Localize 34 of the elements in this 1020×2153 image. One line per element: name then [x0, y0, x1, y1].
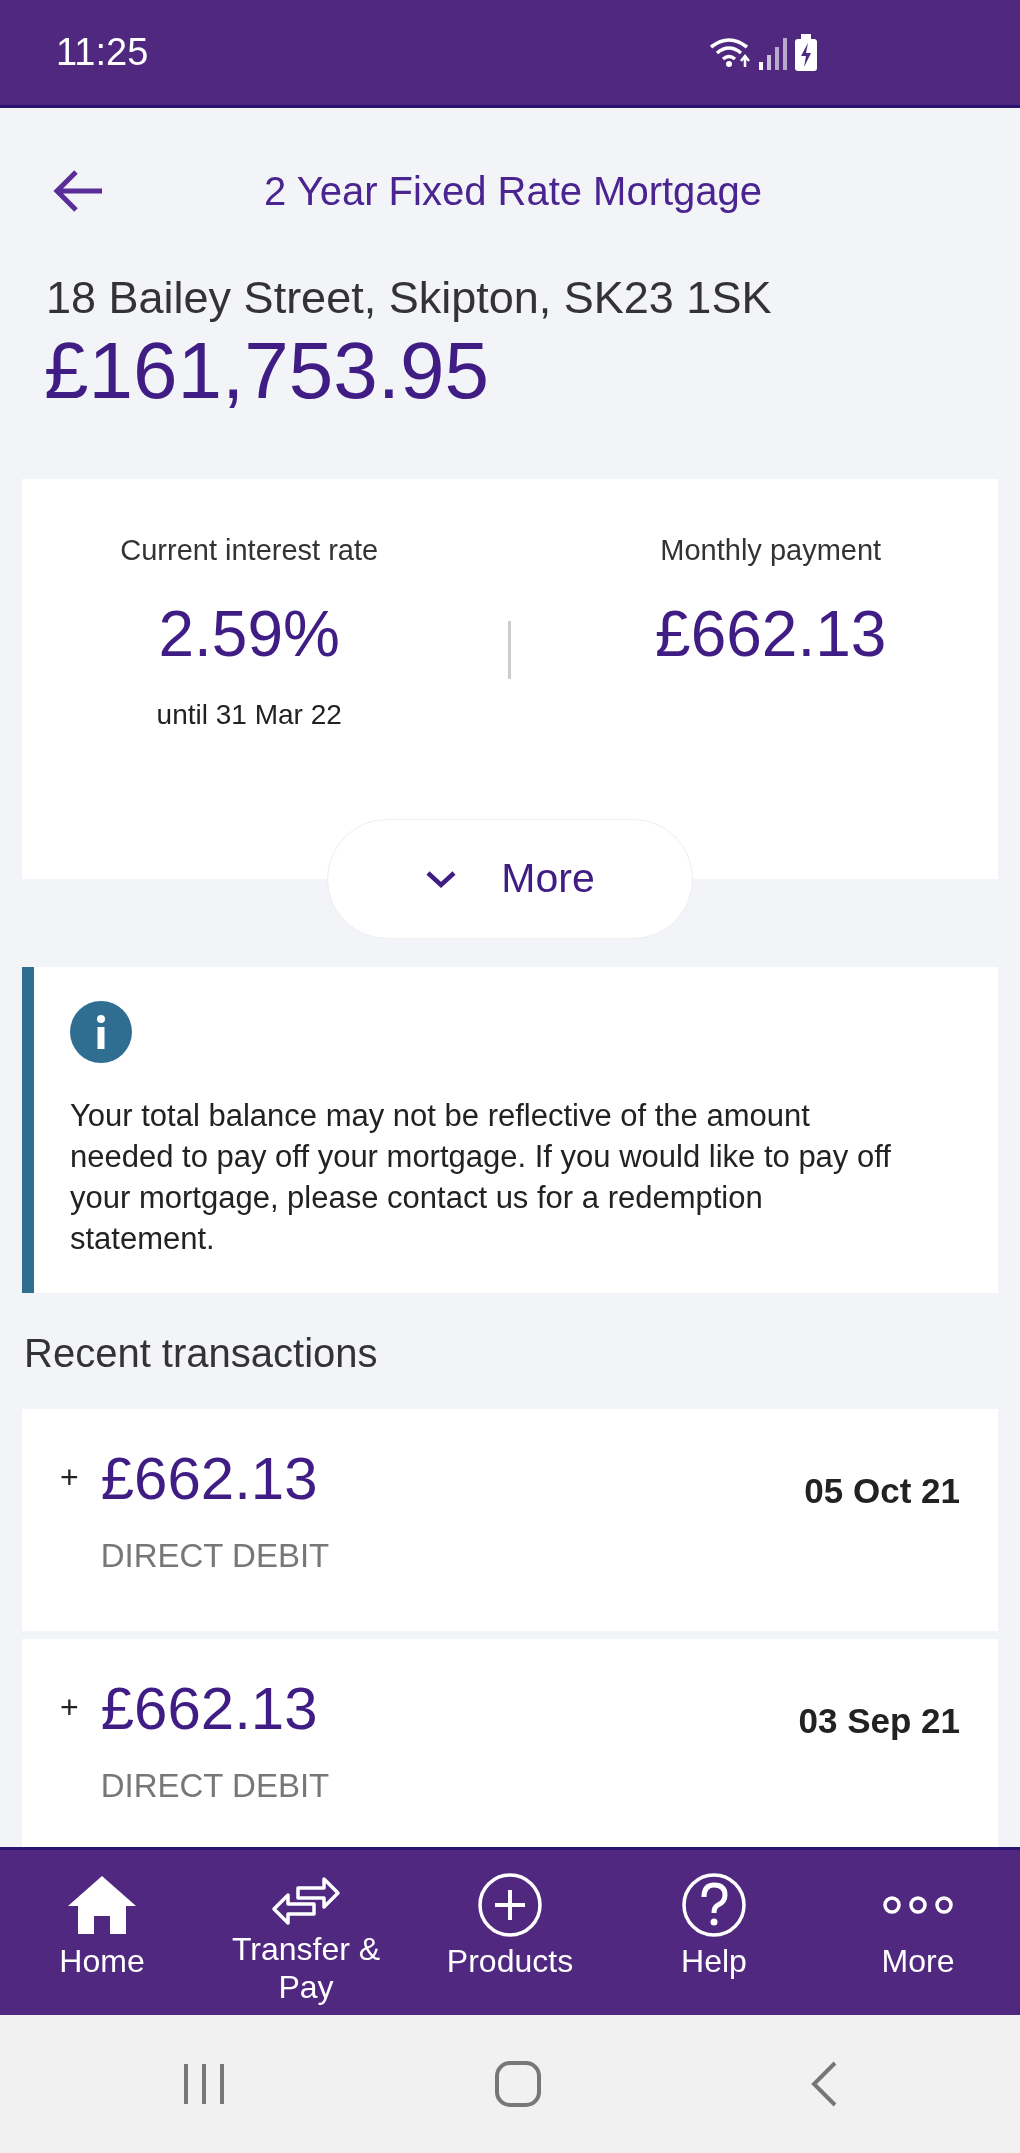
section-heading: Recent transactions — [24, 1330, 379, 1378]
info-message: Your total balance may not be reflective of the amount needed to pay off your mortgage. If you would like to pay off your mortgage, please contact us for a redemption statement. — [70, 1096, 892, 1259]
nav-tab[interactable]: Products — [408, 1850, 612, 2015]
summary-note: until 31 Mar 22 — [155, 698, 343, 732]
summary-label: Current interest rate — [119, 532, 380, 568]
transaction-card[interactable]: + £662.13 DIRECT DEBIT 03 Sep 21 — [22, 1639, 998, 1847]
summary-value: £662.13 — [654, 597, 888, 672]
transaction-type: DIRECT DEBIT — [100, 1536, 330, 1577]
chevron-down-icon — [425, 868, 458, 889]
nav-tab[interactable]: Home — [0, 1850, 204, 2015]
summary-value: 2.59% — [157, 597, 341, 672]
transaction-amount: £662.13 — [100, 1449, 319, 1510]
summary-label: Monthly payment — [659, 532, 883, 568]
transaction-date: 03 Sep 21 — [798, 1700, 960, 1743]
nav-tab[interactable]: More — [816, 1850, 1020, 2015]
property-address: 18 Bailey Street, Skipton, SK23 1SK — [45, 273, 773, 323]
nav-tab[interactable]: Help — [612, 1850, 816, 2015]
nav-tab[interactable]: Transfer & Pay — [204, 1850, 408, 2015]
transaction-amount: £662.13 — [100, 1679, 319, 1740]
more-button[interactable]: More — [327, 818, 693, 939]
battery-charging-icon — [793, 33, 819, 72]
status-time: 11:25 — [56, 30, 149, 75]
page-title: 2 Year Fixed Rate Mortgage — [264, 167, 763, 215]
transaction-type: DIRECT DEBIT — [100, 1766, 330, 1807]
balance-amount: £161,753.95 — [43, 324, 490, 417]
signal-icon — [757, 35, 789, 70]
home-button[interactable] — [494, 2060, 542, 2108]
more-dots-icon — [882, 1896, 954, 1914]
amount-sign: + — [60, 1688, 79, 1728]
transaction-card[interactable]: + £662.13 DIRECT DEBIT 05 Oct 21 — [22, 1409, 998, 1632]
info-icon — [70, 1000, 132, 1063]
amount-sign: + — [60, 1458, 79, 1498]
transaction-date: 05 Oct 21 — [804, 1470, 960, 1513]
wifi-icon — [709, 36, 753, 69]
